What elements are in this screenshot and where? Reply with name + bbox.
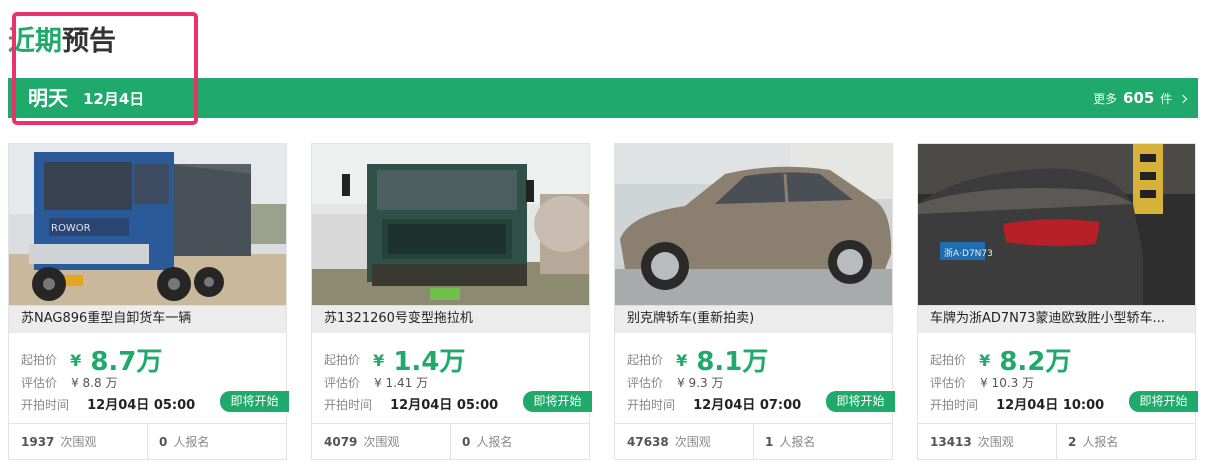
footer-divider	[1056, 424, 1057, 460]
dump-truck-photo[interactable]: ROWOR	[9, 144, 286, 305]
start-time-label: 开拍时间	[324, 398, 373, 412]
start-price-value: 1.4万	[393, 347, 466, 377]
license-plate: 浙A·D7N73	[944, 247, 993, 259]
views-count: 47638 次围观	[627, 435, 711, 449]
start-price-row: 起拍价 ¥ 8.7万	[21, 341, 162, 377]
estimate-value: ¥ 9.3 万	[677, 376, 724, 390]
currency-symbol: ¥	[373, 351, 385, 370]
start-price-value: 8.1万	[696, 347, 769, 377]
item-title-strip[interactable]: 苏NAG896重型自卸货车一辆	[9, 305, 286, 333]
estimate-row: 评估价 ¥ 8.8 万	[21, 374, 117, 391]
estimate-label: 评估价	[324, 376, 361, 390]
more-suffix: 件	[1160, 92, 1173, 106]
start-time-label: 开拍时间	[930, 398, 979, 412]
dark-sedan-photo[interactable]: 浙A·D7N73	[918, 144, 1195, 305]
start-price-row: 起拍价 ¥ 8.1万	[627, 341, 768, 377]
sedan-photo[interactable]	[615, 144, 892, 305]
start-time-value: 12月04日 10:00	[996, 398, 1105, 413]
start-time-label: 开拍时间	[627, 398, 676, 412]
estimate-label: 评估价	[930, 376, 967, 390]
start-time-row: 开拍时间 12月04日 05:00	[324, 396, 498, 414]
more-prefix: 更多	[1093, 92, 1118, 106]
footer-divider	[450, 424, 451, 460]
svg-text:ROWOR: ROWOR	[51, 223, 91, 234]
start-price-label: 起拍价	[21, 353, 58, 367]
currency-symbol: ¥	[979, 351, 991, 370]
footer-divider	[147, 424, 148, 460]
signups-count: 0 人报名	[159, 435, 210, 449]
start-time-row: 开拍时间 12月04日 10:00	[930, 396, 1104, 414]
start-time-row: 开拍时间 12月04日 07:00	[627, 396, 801, 414]
start-time-row: 开拍时间 12月04日 05:00	[21, 396, 195, 414]
estimate-value: ¥ 1.41 万	[374, 376, 429, 390]
signups-count: 1 人报名	[765, 435, 816, 449]
item-title-strip[interactable]: 车牌为浙AD7N73蒙迪欧致胜小型轿车...	[918, 305, 1195, 333]
estimate-row: 评估价 ¥ 9.3 万	[627, 374, 723, 391]
start-price-value: 8.2万	[999, 347, 1072, 377]
day-label: 明天	[28, 86, 68, 110]
start-price-label: 起拍价	[324, 353, 361, 367]
card-footer: 47638 次围观 1 人报名	[615, 423, 892, 460]
start-time-label: 开拍时间	[21, 398, 70, 412]
auction-card[interactable]: 苏1321260号变型拖拉机 起拍价 ¥ 1.4万 评估价 ¥ 1.41 万 开…	[311, 143, 592, 460]
status-badge: 即将开始	[523, 391, 592, 412]
views-count: 13413 次围观	[930, 435, 1014, 449]
auction-card[interactable]: 别克牌轿车(重新拍卖) 起拍价 ¥ 8.1万 评估价 ¥ 9.3 万 开拍时间 …	[614, 143, 895, 460]
card-footer: 13413 次围观 2 人报名	[918, 423, 1195, 460]
signups-count: 2 人报名	[1068, 435, 1119, 449]
item-title[interactable]: 车牌为浙AD7N73蒙迪欧致胜小型轿车...	[930, 310, 1185, 328]
section-heading-highlight: 近期	[8, 26, 62, 57]
auction-card[interactable]: 浙A·D7N73 车牌为浙AD7N73蒙迪欧致胜小型轿车... 起拍价 ¥ 8.…	[917, 143, 1198, 460]
day-bar: 明天 12月4日 更多 605 件	[8, 78, 1198, 118]
start-time-value: 12月04日 07:00	[693, 398, 802, 413]
section-heading: 近期预告	[8, 24, 116, 60]
start-price-label: 起拍价	[627, 353, 664, 367]
estimate-label: 评估价	[21, 376, 58, 390]
views-count: 1937 次围观	[21, 435, 97, 449]
views-count: 4079 次围观	[324, 435, 400, 449]
chevron-right-icon	[1178, 94, 1188, 104]
currency-symbol: ¥	[70, 351, 82, 370]
auction-preview-page: 近期预告 明天 12月4日 更多 605 件 ROWOR 苏NAG896重型自卸…	[0, 0, 1205, 475]
status-badge: 即将开始	[1129, 391, 1198, 412]
start-price-value: 8.7万	[90, 347, 163, 377]
estimate-label: 评估价	[627, 376, 664, 390]
signups-count: 0 人报名	[462, 435, 513, 449]
start-price-row: 起拍价 ¥ 8.2万	[930, 341, 1071, 377]
estimate-value: ¥ 10.3 万	[980, 376, 1035, 390]
item-title[interactable]: 苏NAG896重型自卸货车一辆	[21, 310, 276, 328]
auction-card[interactable]: ROWOR 苏NAG896重型自卸货车一辆 起拍价 ¥ 8.7万 评估价 ¥ 8…	[8, 143, 289, 460]
more-count: 605	[1123, 89, 1155, 107]
footer-divider	[753, 424, 754, 460]
item-title[interactable]: 别克牌轿车(重新拍卖)	[627, 310, 882, 328]
tractor-photo[interactable]	[312, 144, 589, 305]
start-time-value: 12月04日 05:00	[87, 398, 196, 413]
more-link[interactable]: 更多 605 件	[1093, 88, 1188, 109]
start-price-label: 起拍价	[930, 353, 967, 367]
status-badge: 即将开始	[826, 391, 895, 412]
status-badge: 即将开始	[220, 391, 289, 412]
item-title-strip[interactable]: 别克牌轿车(重新拍卖)	[615, 305, 892, 333]
estimate-row: 评估价 ¥ 1.41 万	[324, 374, 428, 391]
start-price-row: 起拍价 ¥ 1.4万	[324, 341, 465, 377]
item-title-strip[interactable]: 苏1321260号变型拖拉机	[312, 305, 589, 333]
item-title[interactable]: 苏1321260号变型拖拉机	[324, 310, 579, 328]
card-footer: 1937 次围观 0 人报名	[9, 423, 286, 460]
card-footer: 4079 次围观 0 人报名	[312, 423, 589, 460]
currency-symbol: ¥	[676, 351, 688, 370]
section-heading-rest: 预告	[62, 26, 116, 57]
estimate-row: 评估价 ¥ 10.3 万	[930, 374, 1034, 391]
start-time-value: 12月04日 05:00	[390, 398, 499, 413]
estimate-value: ¥ 8.8 万	[71, 376, 118, 390]
date-label: 12月4日	[83, 90, 145, 108]
